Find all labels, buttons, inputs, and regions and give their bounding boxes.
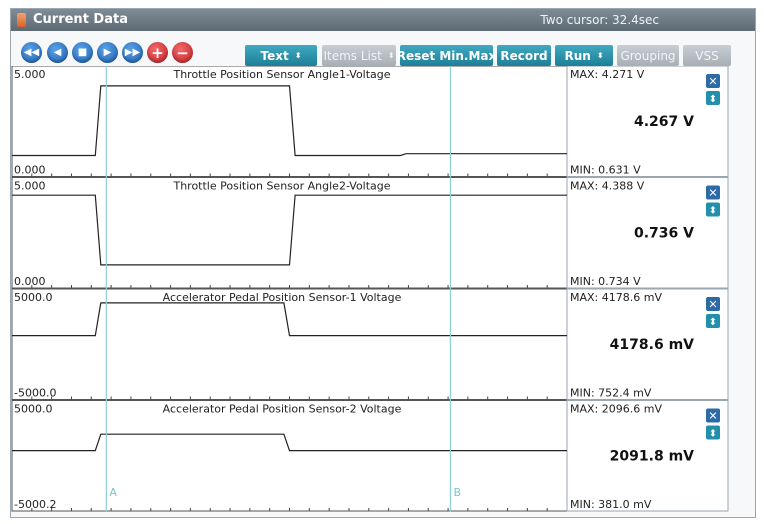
- expand-button[interactable]: ⬍: [706, 425, 720, 440]
- y-max-label: 5.000: [14, 180, 46, 193]
- prev-button[interactable]: ◀: [47, 42, 68, 63]
- y-max-label: 5.000: [14, 68, 46, 81]
- text-select-label: Text: [260, 48, 289, 63]
- record-button[interactable]: Record: [497, 45, 551, 66]
- expand-button[interactable]: ⬍: [706, 91, 720, 105]
- play-button[interactable]: ▶: [97, 42, 118, 63]
- expand-button[interactable]: ⬍: [706, 202, 720, 217]
- items-list-arrow-icon: ⬍: [387, 51, 395, 60]
- close-icon: ✕: [708, 298, 717, 311]
- expand-icon: ⬍: [709, 317, 717, 328]
- run-label: Run: [564, 48, 591, 63]
- y-min-label: 0.000: [14, 164, 46, 177]
- y-max-label: 5000.0: [14, 403, 53, 416]
- y-min-label: 0.000: [14, 275, 46, 288]
- plot-frame: [11, 400, 568, 512]
- min-value: MIN: 752.4 mV: [570, 387, 652, 400]
- current-value: 2091.8 mV: [610, 449, 694, 465]
- fast-forward-button[interactable]: ▶▶: [122, 42, 143, 63]
- chart-title: Throttle Position Sensor Angle1-Voltage: [172, 68, 390, 81]
- expand-icon: ⬍: [709, 429, 717, 440]
- title-bar: Current Data Two cursor: 32.4sec: [11, 9, 755, 31]
- vss-button[interactable]: VSS: [683, 45, 731, 66]
- expand-icon: ⬍: [709, 94, 717, 105]
- cursor-status: Two cursor: 32.4sec: [540, 13, 659, 27]
- chart-panel-1: 5.000 0.000 Throttle Position Sensor Angle…: [11, 65, 729, 177]
- close-icon: ✕: [708, 187, 717, 200]
- app-icon: [17, 13, 26, 27]
- chart-panel-4: 5000.0 -5000.2 Accelerator Pedal Position …: [11, 400, 729, 512]
- chart-title: Accelerator Pedal Position Sensor-1 Volt…: [163, 291, 402, 304]
- stop-icon: ■: [77, 47, 88, 58]
- window-title: Current Data: [33, 12, 128, 27]
- cursor-b-label: B: [453, 486, 461, 499]
- run-select[interactable]: Run ⬍: [555, 45, 613, 66]
- zoom-in-button[interactable]: +: [147, 42, 168, 63]
- chart-panel-2: 5.000 0.000 Throttle Position Sensor Angle…: [11, 177, 729, 289]
- items-list-select[interactable]: Items List ⬍: [322, 45, 396, 66]
- min-value: MIN: 0.734 V: [570, 275, 641, 288]
- cursor-a-label: A: [109, 486, 117, 499]
- zoom-out-button[interactable]: −: [172, 42, 193, 63]
- min-value: MIN: 381.0 mV: [570, 498, 652, 511]
- play-icon: ▶: [103, 47, 112, 58]
- reset-minmax-button[interactable]: Reset Min.Max: [397, 45, 496, 66]
- prev-icon: ◀: [53, 47, 62, 58]
- rewind-icon: ◀◀: [23, 47, 40, 58]
- run-arrow-icon: ⬍: [596, 51, 604, 60]
- plot-frame: [11, 65, 568, 177]
- close-button[interactable]: ✕: [706, 297, 720, 311]
- fast-forward-icon: ▶▶: [124, 47, 141, 58]
- current-value: 4178.6 mV: [610, 337, 694, 353]
- grouping-button[interactable]: Grouping: [617, 45, 679, 66]
- toolbar: ◀◀ ◀ ■ ▶ ▶▶ + − Text ⬍ Items List ⬍ Reset Min.…: [11, 31, 755, 67]
- chart-area: 5.000 0.000 Throttle Position Sensor Angle…: [10, 65, 740, 512]
- y-max-label: 5000.0: [14, 291, 53, 304]
- rewind-button[interactable]: ◀◀: [21, 42, 42, 63]
- chart-panel-3: 5000.0 -5000.0 Accelerator Pedal Position …: [11, 288, 729, 400]
- current-value: 4.267 V: [634, 114, 694, 130]
- stop-button[interactable]: ■: [72, 42, 93, 63]
- chart-title: Accelerator Pedal Position Sensor-2 Volt…: [163, 403, 402, 416]
- close-button[interactable]: ✕: [706, 408, 720, 423]
- close-button[interactable]: ✕: [706, 185, 720, 200]
- charts-svg: 5.000 0.000 Throttle Position Sensor Angle…: [11, 65, 729, 512]
- close-button[interactable]: ✕: [706, 74, 720, 88]
- chart-title: Throttle Position Sensor Angle2-Voltage: [172, 180, 390, 193]
- plus-icon: +: [151, 43, 164, 62]
- y-min-label: -5000.2: [14, 498, 56, 511]
- close-icon: ✕: [708, 75, 717, 88]
- current-value: 0.736 V: [634, 226, 694, 242]
- expand-icon: ⬍: [709, 206, 717, 217]
- max-value: MAX: 4178.6 mV: [570, 291, 662, 304]
- y-min-label: -5000.0: [14, 387, 56, 400]
- max-value: MAX: 4.271 V: [570, 68, 645, 81]
- max-value: MAX: 4.388 V: [570, 180, 645, 193]
- text-select[interactable]: Text ⬍: [245, 45, 317, 66]
- min-value: MIN: 0.631 V: [570, 164, 641, 177]
- text-select-arrow-icon: ⬍: [294, 51, 302, 60]
- close-icon: ✕: [708, 410, 717, 423]
- max-value: MAX: 2096.6 mV: [570, 403, 662, 416]
- minus-icon: −: [176, 43, 189, 62]
- expand-button[interactable]: ⬍: [706, 314, 720, 328]
- plot-frame: [11, 177, 568, 289]
- plot-frame: [11, 288, 568, 400]
- items-list-label: Items List: [323, 48, 382, 63]
